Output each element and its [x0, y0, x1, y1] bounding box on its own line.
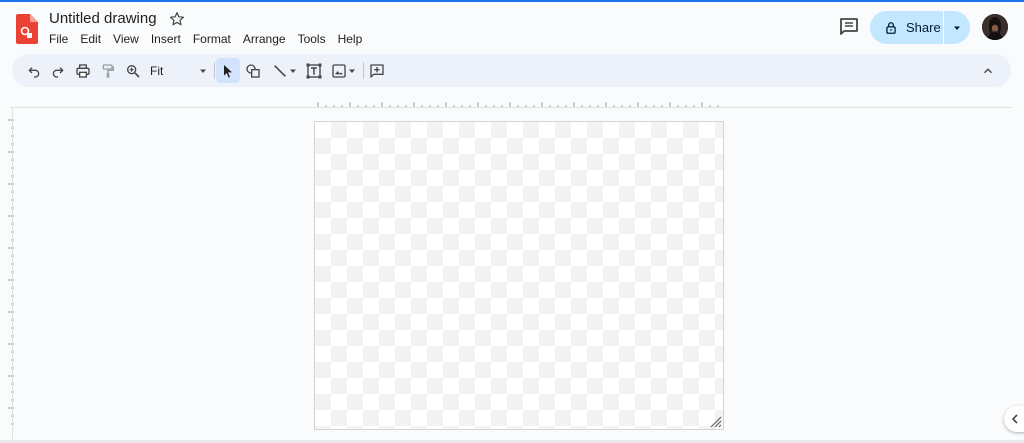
share-button[interactable]: Share: [870, 11, 943, 44]
app-header: Untitled drawing File Edit View Insert F…: [0, 2, 1024, 54]
paint-format-button[interactable]: [96, 58, 120, 83]
menu-tools[interactable]: Tools: [298, 32, 326, 46]
line-tool-button[interactable]: [268, 58, 302, 83]
ruler-divider: [12, 108, 13, 443]
undo-icon: [28, 66, 40, 78]
drawings-logo-icon[interactable]: [16, 14, 38, 44]
select-icon: [224, 64, 232, 78]
caret-down-icon: [349, 69, 355, 73]
side-panel-toggle[interactable]: [1004, 406, 1024, 432]
toolbar-divider: [363, 62, 364, 79]
document-title[interactable]: Untitled drawing: [49, 10, 157, 28]
undo-button[interactable]: [22, 58, 46, 83]
comments-icon[interactable]: [837, 15, 861, 39]
drawing-canvas[interactable]: [314, 121, 724, 430]
shape-icon: [246, 63, 260, 78]
select-tool-button[interactable]: [216, 58, 240, 83]
zoom-icon: [126, 64, 140, 78]
menu-arrange[interactable]: Arrange: [243, 32, 286, 46]
toolbar-divider: [214, 62, 215, 79]
avatar[interactable]: [982, 14, 1008, 40]
menu-help[interactable]: Help: [338, 32, 363, 46]
toolbar: Fit: [12, 54, 1011, 87]
print-button[interactable]: [71, 58, 95, 83]
zoom-select[interactable]: Fit: [150, 58, 208, 83]
zoom-button[interactable]: [121, 58, 145, 83]
menu-insert[interactable]: Insert: [151, 32, 181, 46]
collapse-icon: [984, 67, 992, 73]
menu-edit[interactable]: Edit: [80, 32, 101, 46]
menu-view[interactable]: View: [113, 32, 139, 46]
collapse-toolbar-button[interactable]: [976, 58, 1000, 83]
image-icon: [332, 63, 346, 78]
share-label: Share: [906, 20, 941, 35]
chevron-left-icon: [1011, 414, 1018, 424]
shape-tool-button[interactable]: [241, 58, 265, 83]
paint-format-icon: [102, 63, 114, 78]
menu-format[interactable]: Format: [193, 32, 231, 46]
image-tool-button[interactable]: [328, 58, 360, 83]
lock-icon: [886, 21, 896, 34]
textbox-tool-button[interactable]: [302, 58, 326, 83]
caret-down-icon: [290, 69, 296, 73]
add-comment-button[interactable]: [365, 58, 389, 83]
textbox-icon: [306, 63, 322, 78]
caret-down-icon: [954, 26, 960, 30]
redo-icon: [52, 66, 64, 78]
zoom-value: Fit: [150, 63, 164, 78]
star-icon[interactable]: [168, 10, 186, 28]
comment-add-icon: [370, 63, 384, 78]
share-options-button[interactable]: [944, 11, 970, 44]
ruler-divider: [10, 107, 1012, 108]
redo-button[interactable]: [46, 58, 70, 83]
print-icon: [76, 63, 90, 78]
share-button-group: Share: [870, 11, 970, 44]
resize-handle-icon[interactable]: [710, 416, 722, 428]
menu-bar: File Edit View Insert Format Arrange Too…: [49, 32, 374, 46]
caret-down-icon: [200, 69, 206, 73]
menu-file[interactable]: File: [49, 32, 68, 46]
line-icon: [274, 64, 286, 77]
